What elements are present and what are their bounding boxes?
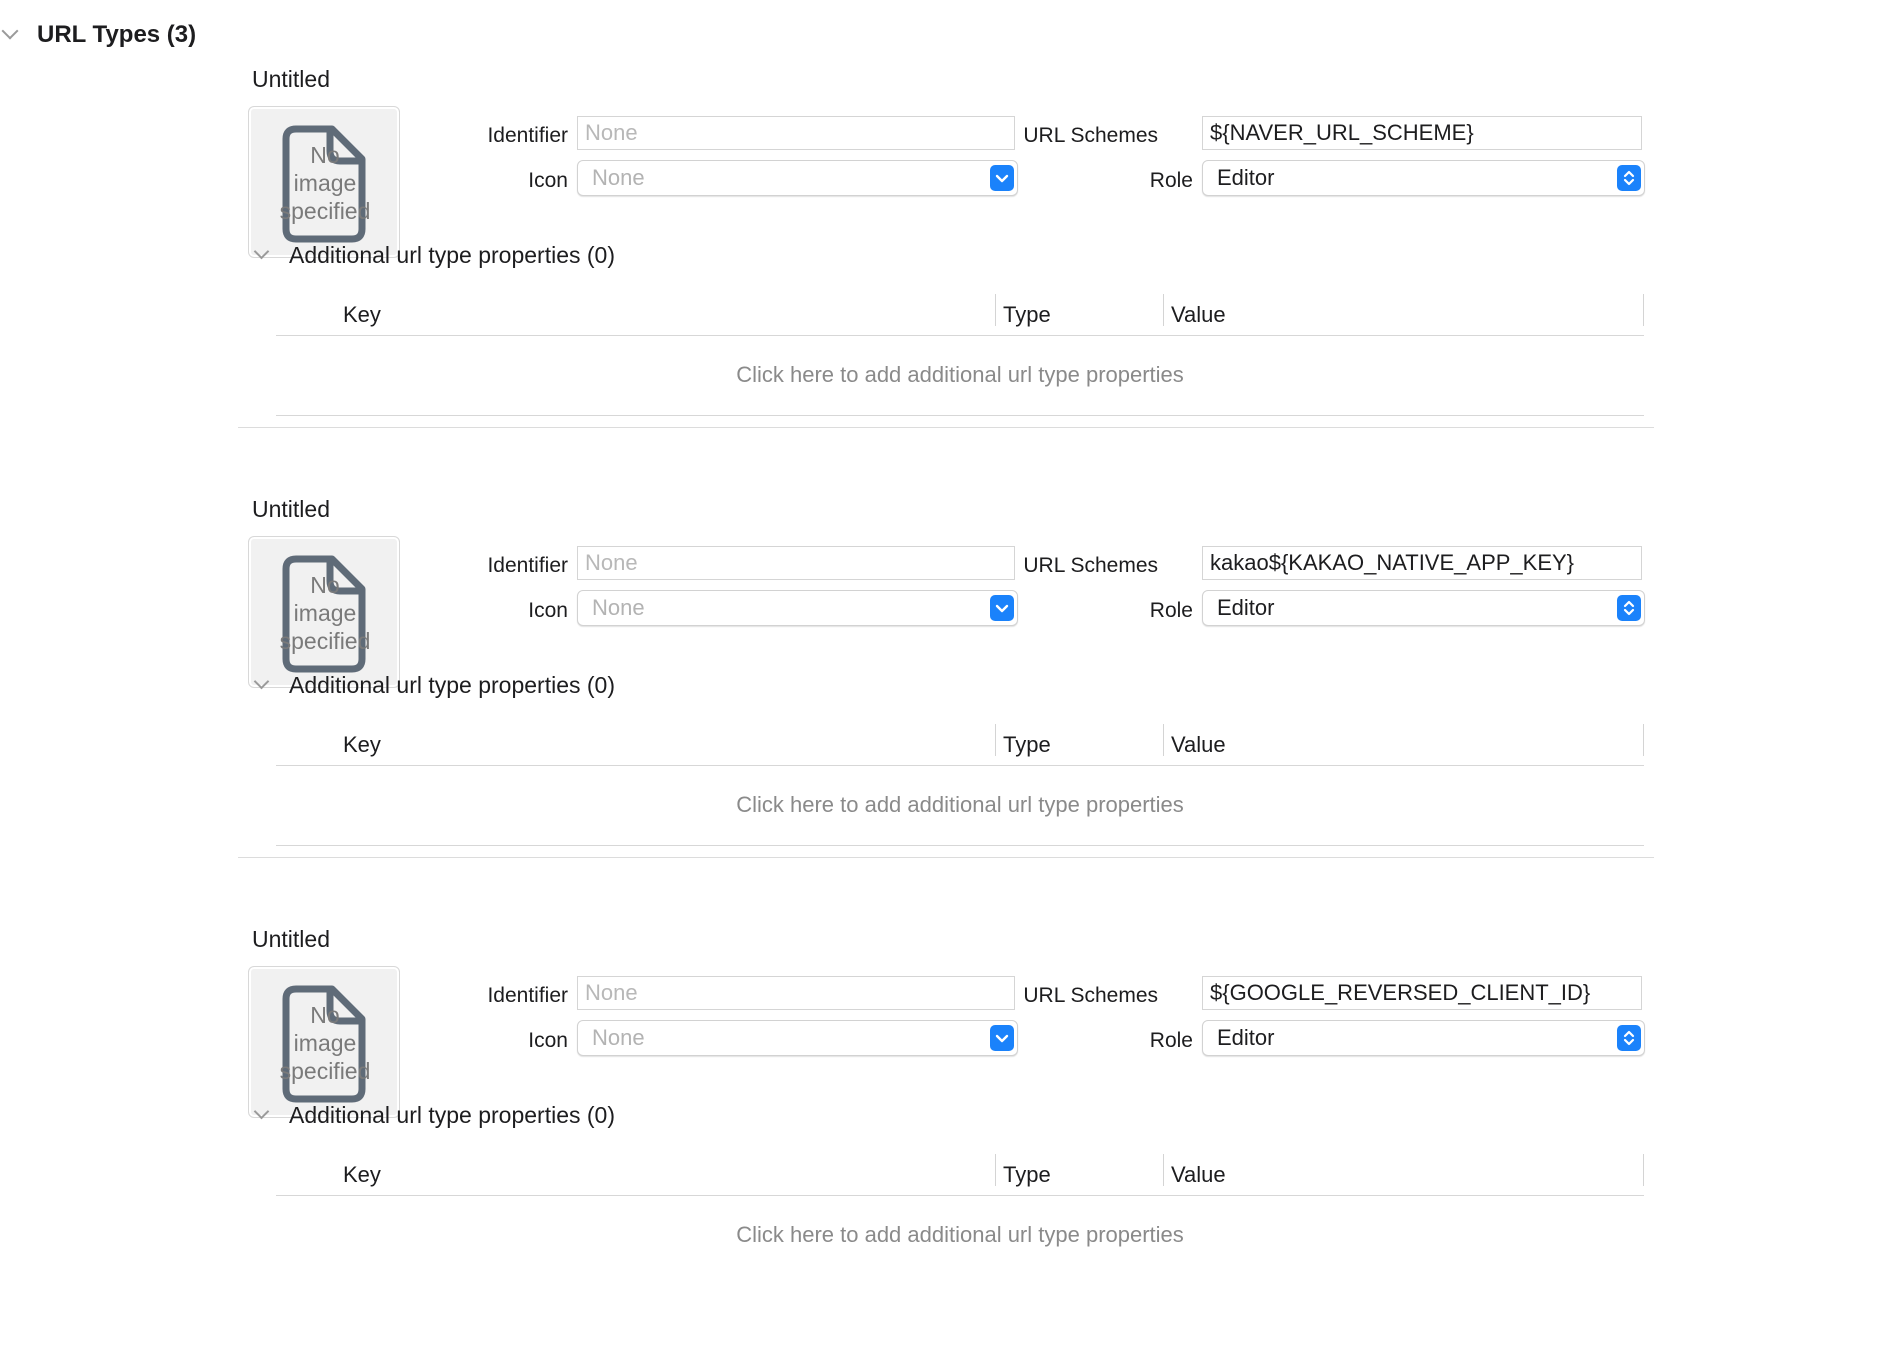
entry-separator [238, 857, 1654, 858]
add-property-hint[interactable]: Click here to add additional url type pr… [276, 1222, 1644, 1248]
role-popup[interactable]: Editor [1202, 1020, 1645, 1056]
additional-properties-title: Additional url type properties (0) [289, 1102, 615, 1128]
entry-title[interactable]: Untitled [252, 926, 330, 953]
no-image-text: No image specified [279, 142, 371, 224]
url-schemes-field[interactable] [1202, 976, 1642, 1010]
entry-title[interactable]: Untitled [252, 496, 330, 523]
column-header-value[interactable]: Value [1171, 1162, 1226, 1188]
chevron-down-icon[interactable] [253, 243, 270, 260]
url-type-entry: Untitled No image specified Identifier I… [0, 486, 1882, 916]
image-well[interactable]: No image specified [248, 536, 400, 688]
additional-properties-title: Additional url type properties (0) [289, 242, 615, 268]
identifier-field[interactable] [577, 976, 1015, 1010]
icon-popup-value: None [592, 1025, 645, 1050]
role-popup-value: Editor [1217, 165, 1275, 190]
column-divider[interactable] [1163, 1154, 1164, 1186]
popup-arrows-icon [1617, 165, 1641, 191]
icon-popup[interactable]: None [577, 590, 1018, 626]
column-header-type[interactable]: Type [1003, 732, 1051, 758]
chevron-down-icon[interactable] [253, 673, 270, 690]
url-schemes-field[interactable] [1202, 546, 1642, 580]
icon-label: Icon [528, 599, 568, 622]
icon-label: Icon [528, 1029, 568, 1052]
add-property-hint[interactable]: Click here to add additional url type pr… [276, 362, 1644, 388]
column-divider[interactable] [995, 1154, 996, 1186]
add-property-hint[interactable]: Click here to add additional url type pr… [276, 792, 1644, 818]
url-type-entry: Untitled No image specified Identifier I… [0, 916, 1882, 1346]
role-label: Role [1149, 169, 1193, 192]
url-schemes-field[interactable] [1202, 116, 1642, 150]
chevron-down-icon[interactable] [253, 1103, 270, 1120]
column-divider[interactable] [995, 294, 996, 326]
icon-popup[interactable]: None [577, 1020, 1018, 1056]
additional-properties-toggle[interactable]: Additional url type properties (0) [252, 669, 772, 703]
role-label: Role [1149, 599, 1193, 622]
column-divider[interactable] [1163, 724, 1164, 756]
role-label: Role [1149, 1029, 1193, 1052]
column-divider[interactable] [995, 724, 996, 756]
no-image-text: No image specified [279, 572, 371, 654]
chevron-down-icon[interactable] [1, 22, 19, 40]
column-divider[interactable] [1163, 294, 1164, 326]
column-header-type[interactable]: Type [1003, 302, 1051, 328]
column-header-type[interactable]: Type [1003, 1162, 1051, 1188]
url-schemes-label: URL Schemes [1023, 554, 1158, 577]
url-type-entry: Untitled No image specified Identifier I… [0, 56, 1882, 486]
additional-properties-toggle[interactable]: Additional url type properties (0) [252, 1099, 772, 1133]
popup-arrows-icon [1617, 1025, 1641, 1051]
role-popup[interactable]: Editor [1202, 160, 1645, 196]
column-header-key[interactable]: Key [343, 732, 381, 758]
entry-separator [238, 427, 1654, 428]
column-header-key[interactable]: Key [343, 1162, 381, 1188]
identifier-label: Identifier [487, 984, 568, 1007]
url-schemes-label: URL Schemes [1023, 984, 1158, 1007]
table-header-divider [276, 1195, 1644, 1196]
column-header-value[interactable]: Value [1171, 732, 1226, 758]
section-title: URL Types (3) [37, 21, 197, 48]
column-divider [1643, 724, 1644, 756]
table-header-divider [276, 335, 1644, 336]
image-well[interactable]: No image specified [248, 966, 400, 1118]
popup-arrows-icon [1617, 595, 1641, 621]
icon-popup-value: None [592, 165, 645, 190]
icon-popup-value: None [592, 595, 645, 620]
column-header-key[interactable]: Key [343, 302, 381, 328]
section-header-url-types[interactable]: URL Types (3) [0, 16, 196, 54]
column-divider [1643, 294, 1644, 326]
icon-label: Icon [528, 169, 568, 192]
url-schemes-label: URL Schemes [1023, 124, 1158, 147]
column-divider [1643, 1154, 1644, 1186]
table-bottom-divider [276, 415, 1644, 416]
identifier-field[interactable] [577, 116, 1015, 150]
image-well[interactable]: No image specified [248, 106, 400, 258]
entry-title[interactable]: Untitled [252, 66, 330, 93]
icon-popup[interactable]: None [577, 160, 1018, 196]
additional-properties-toggle[interactable]: Additional url type properties (0) [252, 239, 772, 273]
role-popup-value: Editor [1217, 1025, 1275, 1050]
identifier-label: Identifier [487, 554, 568, 577]
no-image-text: No image specified [279, 1002, 371, 1084]
table-header-divider [276, 765, 1644, 766]
identifier-field[interactable] [577, 546, 1015, 580]
table-bottom-divider [276, 845, 1644, 846]
additional-properties-title: Additional url type properties (0) [289, 672, 615, 698]
role-popup[interactable]: Editor [1202, 590, 1645, 626]
column-header-value[interactable]: Value [1171, 302, 1226, 328]
role-popup-value: Editor [1217, 595, 1275, 620]
identifier-label: Identifier [487, 124, 568, 147]
